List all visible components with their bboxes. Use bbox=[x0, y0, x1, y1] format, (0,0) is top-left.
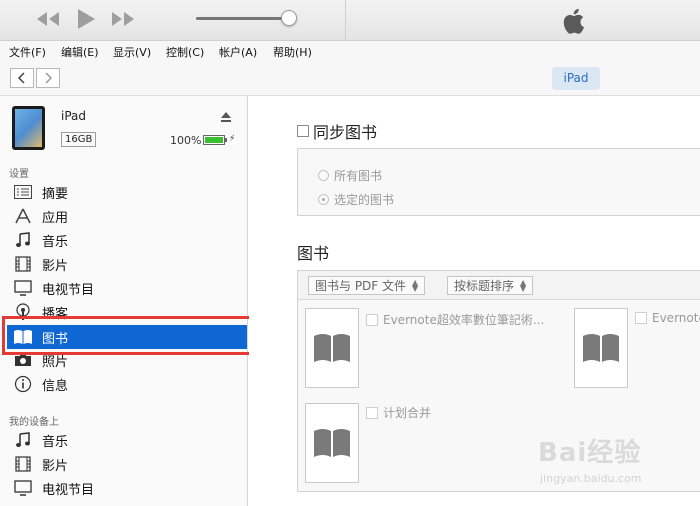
summary-icon bbox=[13, 183, 33, 201]
playback-controls bbox=[0, 0, 346, 41]
apps-icon bbox=[13, 207, 33, 225]
back-button[interactable] bbox=[10, 68, 34, 88]
rewind-icon[interactable] bbox=[35, 10, 61, 32]
sidebar-item-tv[interactable]: 电视节目 bbox=[0, 276, 247, 300]
fast-forward-icon[interactable] bbox=[110, 10, 136, 32]
book-item-1[interactable]: Evernote超效率數位筆記術... bbox=[366, 311, 544, 328]
book-cover[interactable] bbox=[305, 308, 359, 388]
radio-icon bbox=[318, 170, 329, 181]
book-icon bbox=[314, 334, 350, 362]
sort-dropdown[interactable]: 按标题排序 ▲ ▼ bbox=[447, 276, 534, 295]
sidebar-item-label: 音乐 bbox=[42, 434, 69, 450]
sidebar-item-info[interactable]: 信息 bbox=[0, 372, 247, 396]
sidebar-item-label: 影片 bbox=[42, 458, 69, 474]
book-title: 计划合并 bbox=[383, 406, 432, 420]
device-name: iPad bbox=[61, 109, 87, 123]
menu-account[interactable]: 帐户(A) bbox=[219, 44, 257, 60]
book-icon bbox=[583, 334, 619, 362]
film-icon bbox=[13, 455, 33, 473]
battery-icon bbox=[203, 135, 225, 145]
sidebar-item-device-tv[interactable]: 电视节目 bbox=[0, 476, 247, 500]
device-capacity-badge: 16GB bbox=[61, 132, 97, 147]
books-section-title: 图书 bbox=[297, 244, 330, 263]
sidebar-item-label: 电视节目 bbox=[42, 282, 95, 298]
updown-chevron-icon: ▲ ▼ bbox=[520, 277, 527, 293]
menu-file[interactable]: 文件(F) bbox=[9, 44, 46, 60]
tv-icon bbox=[13, 279, 33, 297]
sidebar-item-label: 应用 bbox=[42, 210, 69, 226]
sync-books-label: 同步图书 bbox=[313, 123, 378, 142]
book-item-2[interactable]: Evernote bbox=[635, 311, 700, 325]
forward-button[interactable] bbox=[36, 68, 60, 88]
info-icon bbox=[13, 375, 33, 393]
film-icon bbox=[13, 255, 33, 273]
baidu-watermark-url: jingyan.baidu.com bbox=[540, 472, 642, 485]
books-header: 图书与 PDF 文件 ▲ ▼ 按标题排序 ▲ ▼ bbox=[298, 271, 700, 300]
sidebar-item-label: 摘要 bbox=[42, 186, 69, 202]
volume-slider[interactable] bbox=[196, 17, 292, 20]
charging-icon: ⚡ bbox=[229, 134, 236, 144]
ipad-icon bbox=[12, 106, 45, 150]
filter-dropdown[interactable]: 图书与 PDF 文件 ▲ ▼ bbox=[308, 276, 426, 295]
apple-logo-icon bbox=[561, 6, 589, 40]
eject-icon[interactable] bbox=[220, 108, 232, 127]
radio-icon bbox=[318, 194, 329, 205]
menu-help[interactable]: 帮助(H) bbox=[273, 44, 312, 60]
radio-selected-label: 选定的图书 bbox=[334, 193, 395, 207]
my-device-section-label: 我的设备上 bbox=[9, 417, 59, 428]
annotation-highlight-box bbox=[2, 316, 253, 355]
radio-selected-books[interactable]: 选定的图书 bbox=[318, 191, 394, 208]
sidebar-item-movies[interactable]: 影片 bbox=[0, 252, 247, 276]
book-cover[interactable] bbox=[305, 403, 359, 483]
book-cover[interactable] bbox=[574, 308, 628, 388]
navigation-bar: iPad bbox=[0, 62, 700, 96]
device-button[interactable]: iPad bbox=[552, 67, 600, 90]
sidebar-item-label: 音乐 bbox=[42, 234, 69, 250]
filter-label: 图书与 PDF 文件 bbox=[315, 279, 407, 293]
baidu-watermark: Bai经验 bbox=[538, 438, 642, 468]
menu-view[interactable]: 显示(V) bbox=[113, 44, 151, 60]
chevron-right-icon bbox=[45, 72, 53, 84]
book-title: Evernote超效率數位筆記術... bbox=[383, 313, 545, 327]
sidebar-item-label: 影片 bbox=[42, 258, 69, 274]
sidebar-item-label: 信息 bbox=[42, 378, 69, 394]
sidebar-item-apps[interactable]: 应用 bbox=[0, 204, 247, 228]
sidebar-item-music[interactable]: 音乐 bbox=[0, 228, 247, 252]
checkbox-icon bbox=[366, 313, 378, 326]
sidebar-item-label: 电视节目 bbox=[42, 482, 95, 498]
settings-section-label: 设置 bbox=[9, 169, 29, 180]
radio-all-label: 所有图书 bbox=[334, 169, 383, 183]
sidebar-item-summary[interactable]: 摘要 bbox=[0, 180, 247, 204]
play-icon[interactable] bbox=[76, 8, 96, 34]
checkbox-icon bbox=[635, 312, 647, 324]
battery-percent: 100% bbox=[170, 134, 202, 147]
radio-all-books[interactable]: 所有图书 bbox=[318, 167, 382, 184]
menu-edit[interactable]: 编辑(E) bbox=[61, 44, 99, 60]
battery-tip bbox=[225, 138, 227, 142]
player-toolbar bbox=[0, 0, 700, 41]
music-icon bbox=[13, 431, 33, 449]
sync-books-checkbox[interactable]: 同步图书 bbox=[297, 119, 377, 143]
sync-options-box: 所有图书 选定的图书 bbox=[297, 148, 700, 216]
menu-controls[interactable]: 控制(C) bbox=[166, 44, 204, 60]
updown-chevron-icon: ▲ ▼ bbox=[412, 277, 419, 293]
book-icon bbox=[314, 429, 350, 457]
sort-label: 按标题排序 bbox=[454, 279, 515, 293]
chevron-left-icon bbox=[17, 72, 25, 84]
book-item-3[interactable]: 计划合并 bbox=[366, 404, 431, 421]
book-title: Evernote bbox=[652, 311, 700, 325]
sidebar: iPad 16GB 100% ⚡ 设置 摘要 应用 音乐 影片 电视节目 播客 … bbox=[0, 96, 248, 506]
volume-slider-knob[interactable] bbox=[281, 10, 297, 26]
tv-icon bbox=[13, 479, 33, 497]
menu-bar: 文件(F) 编辑(E) 显示(V) 控制(C) 帐户(A) 帮助(H) bbox=[0, 41, 700, 62]
checkbox-icon bbox=[366, 406, 378, 419]
sidebar-item-device-music[interactable]: 音乐 bbox=[0, 428, 247, 452]
checkbox-icon bbox=[297, 125, 309, 137]
music-icon bbox=[13, 231, 33, 249]
sidebar-item-device-movies[interactable]: 影片 bbox=[0, 452, 247, 476]
